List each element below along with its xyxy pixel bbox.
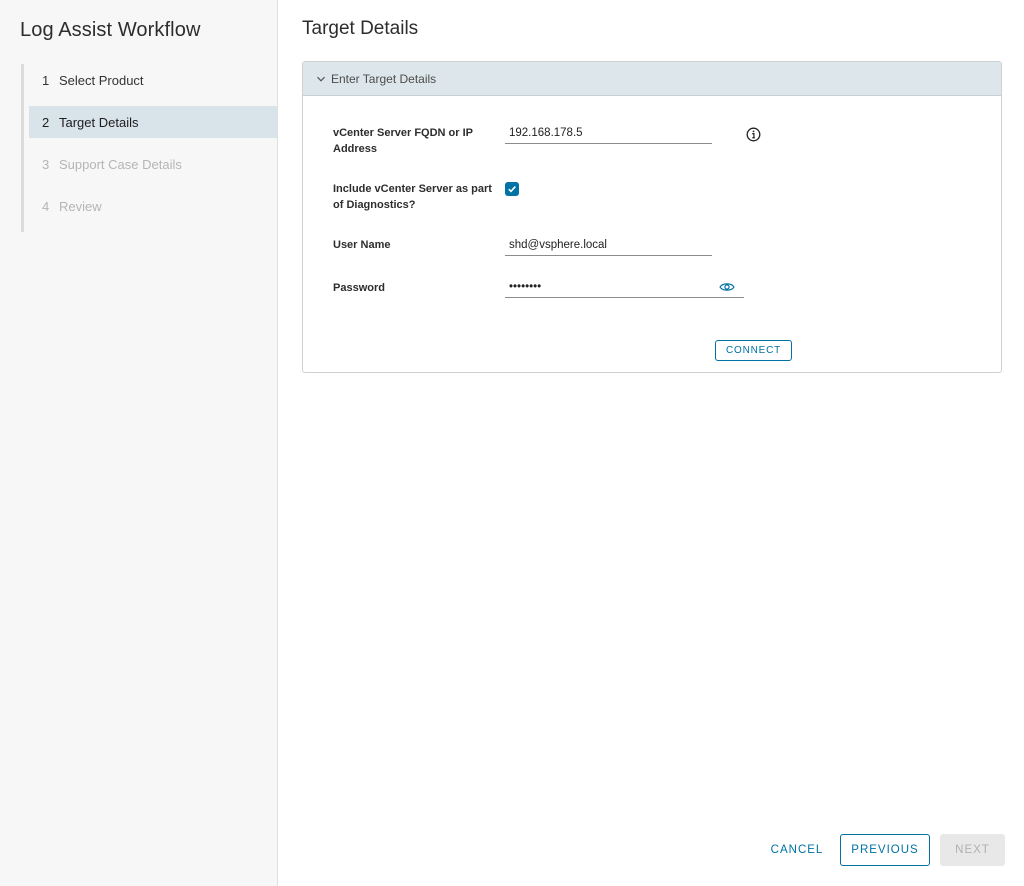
info-icon[interactable] bbox=[745, 126, 761, 142]
step-target-details[interactable]: 2 Target Details bbox=[29, 106, 277, 138]
step-number: 3 bbox=[42, 156, 50, 172]
page-title: Target Details bbox=[302, 18, 419, 39]
step-number: 1 bbox=[42, 72, 50, 88]
cancel-button[interactable]: CANCEL bbox=[766, 834, 828, 866]
checkmark-icon bbox=[508, 186, 516, 193]
fqdn-label: vCenter Server FQDN or IP Address bbox=[333, 127, 473, 155]
password-label: Password bbox=[333, 282, 385, 294]
fqdn-input[interactable]: 192.168.178.5 bbox=[505, 124, 712, 144]
next-button: NEXT bbox=[940, 834, 1005, 866]
step-label: Support Case Details bbox=[59, 156, 182, 172]
connect-button[interactable]: CONNECT bbox=[715, 340, 792, 361]
include-vcenter-label: Include vCenter Server as part of Diagno… bbox=[333, 183, 492, 211]
sidebar: Log Assist Workflow 1 Select Product 2 T… bbox=[0, 0, 278, 886]
previous-button[interactable]: PREVIOUS bbox=[840, 834, 930, 866]
step-label: Select Product bbox=[59, 72, 144, 88]
step-support-case-details: 3 Support Case Details bbox=[24, 148, 277, 180]
chevron-down-icon bbox=[315, 73, 327, 85]
step-number: 4 bbox=[42, 198, 50, 214]
target-details-panel: Enter Target Details vCenter Server FQDN… bbox=[302, 61, 1002, 373]
panel-header-toggle[interactable]: Enter Target Details bbox=[303, 62, 1001, 96]
username-input[interactable]: shd@vsphere.local bbox=[505, 236, 712, 256]
eye-icon[interactable] bbox=[719, 280, 735, 294]
workflow-steps: 1 Select Product 2 Target Details 3 Supp… bbox=[21, 64, 277, 232]
step-label: Target Details bbox=[59, 114, 139, 130]
panel-header-label: Enter Target Details bbox=[331, 71, 437, 86]
sidebar-title: Log Assist Workflow bbox=[20, 19, 201, 41]
main-content: Target Details Enter Target Details vCen… bbox=[278, 0, 1024, 886]
step-review: 4 Review bbox=[24, 190, 277, 222]
username-label: User Name bbox=[333, 239, 391, 251]
password-input[interactable]: •••••••• bbox=[505, 278, 744, 298]
step-label: Review bbox=[59, 198, 102, 214]
include-vcenter-checkbox[interactable] bbox=[505, 182, 519, 196]
step-select-product[interactable]: 1 Select Product bbox=[24, 64, 277, 96]
step-number: 2 bbox=[42, 114, 50, 130]
